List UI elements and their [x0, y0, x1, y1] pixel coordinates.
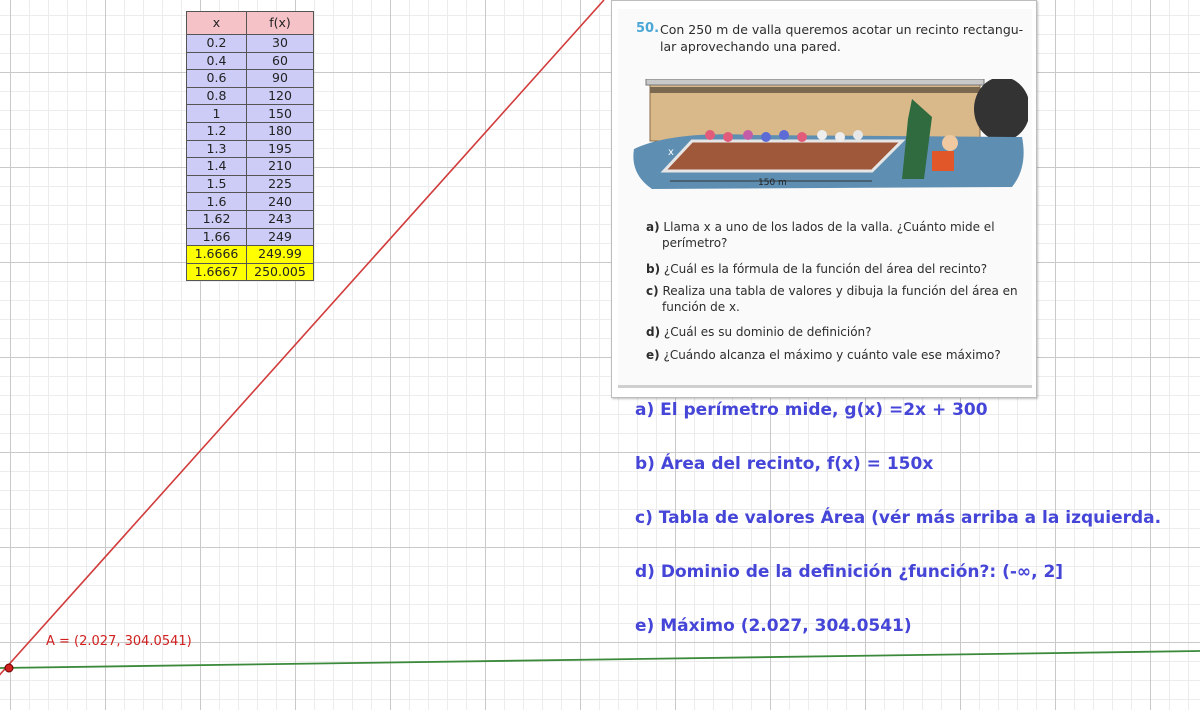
question-a-letter: a) — [646, 220, 660, 234]
table-row: 1.6 240 — [186, 192, 314, 211]
question-d: d) ¿Cuál es su dominio de definición? — [646, 324, 1026, 340]
cell-fx[interactable]: 180 — [246, 121, 314, 141]
cell-fx[interactable]: 250.005 — [246, 262, 314, 282]
cell-x[interactable]: 1.62 — [186, 209, 247, 229]
cell-fx[interactable]: 249.99 — [246, 245, 314, 264]
exercise-statement: Con 250 m de valla queremos acotar un re… — [660, 21, 1030, 55]
cell-x[interactable]: 1.66 — [186, 227, 247, 247]
value-table[interactable]: x f(x) 0.2 30 0.4 60 0.6 90 0.8 120 1 150 1.2 180 1.… — [186, 11, 314, 282]
question-c-letter: c) — [646, 284, 659, 298]
question-a: a) Llama x a uno de los lados de la vall… — [646, 219, 1026, 251]
cell-fx[interactable]: 30 — [246, 34, 314, 53]
column-header-x[interactable]: x — [186, 11, 247, 35]
question-d-line-1: ¿Cuál es su dominio de definición? — [663, 325, 872, 339]
cell-fx[interactable]: 150 — [246, 104, 314, 123]
answer-d-text[interactable]: d) Dominio de la definición ¿función?: (… — [635, 562, 1063, 582]
textbook-image[interactable]: 50. Con 250 m de valla queremos acotar u… — [611, 0, 1037, 398]
answer-c-text[interactable]: c) Tabla de valores Área (vér más arriba… — [635, 508, 1161, 528]
table-header-row: x f(x) — [186, 11, 314, 35]
cell-x[interactable]: 1.5 — [186, 174, 247, 194]
question-c-line-1: Realiza una tabla de valores y dibuja la… — [662, 284, 1018, 298]
exercise-number: 50. — [636, 21, 660, 36]
statement-line-2: lar aprovechando una pared. — [660, 39, 841, 54]
table-row: 1.4 210 — [186, 157, 314, 176]
cell-fx[interactable]: 249 — [246, 227, 314, 247]
question-b: b) ¿Cuál es la fórmula de la función del… — [646, 261, 1026, 277]
cell-fx[interactable]: 120 — [246, 86, 314, 106]
fence-illustration: 150 m x — [633, 79, 1028, 189]
table-row: 1.66 249 — [186, 227, 314, 247]
cell-fx[interactable]: 195 — [246, 139, 314, 159]
textbook-page: 50. Con 250 m de valla queremos acotar u… — [618, 9, 1032, 388]
table-row: 0.6 90 — [186, 69, 314, 88]
cell-fx[interactable]: 243 — [246, 209, 314, 229]
cell-fx[interactable]: 225 — [246, 174, 314, 194]
cell-x[interactable]: 0.2 — [186, 34, 247, 53]
cell-x[interactable]: 0.4 — [186, 51, 247, 71]
cell-x[interactable]: 0.6 — [186, 69, 247, 88]
table-row: 1.3 195 — [186, 139, 314, 159]
table-row: 0.8 120 — [186, 86, 314, 106]
question-b-letter: b) — [646, 262, 661, 276]
question-d-letter: d) — [646, 325, 661, 339]
cell-x[interactable]: 1.6 — [186, 192, 247, 211]
question-c-line-2: función de x. — [662, 300, 740, 314]
question-a-line-2: perímetro? — [662, 236, 728, 250]
cell-x[interactable]: 1.2 — [186, 121, 247, 141]
question-c: c) Realiza una tabla de valores y dibuja… — [646, 283, 1026, 315]
cell-fx[interactable]: 210 — [246, 157, 314, 176]
cell-x[interactable]: 1.3 — [186, 139, 247, 159]
cell-fx[interactable]: 240 — [246, 192, 314, 211]
table-row: 0.4 60 — [186, 51, 314, 71]
cell-x[interactable]: 0.8 — [186, 86, 247, 106]
answer-b-text[interactable]: b) Área del recinto, f(x) = 150x — [635, 454, 933, 474]
question-e: e) ¿Cuándo alcanza el máximo y cuánto va… — [646, 347, 1026, 363]
question-b-line-1: ¿Cuál es la fórmula de la función del ár… — [663, 262, 988, 276]
question-e-line-1: ¿Cuándo alcanza el máximo y cuánto vale … — [663, 348, 1001, 362]
answer-a-text[interactable]: a) El perímetro mide, g(x) =2x + 300 — [635, 400, 988, 420]
table-row: 0.2 30 — [186, 34, 314, 53]
table-row: 1.2 180 — [186, 121, 314, 141]
cell-x[interactable]: 1.4 — [186, 157, 247, 176]
table-row: 1 150 — [186, 104, 314, 123]
cell-x[interactable]: 1 — [186, 104, 247, 123]
question-a-line-1: Llama x a uno de los lados de la valla. … — [663, 220, 995, 234]
table-body: 0.2 30 0.4 60 0.6 90 0.8 120 1 150 1.2 180 1.3 195 1.4… — [186, 34, 314, 282]
dimension-150m-label: 150 m — [758, 178, 787, 188]
table-row: 1.62 243 — [186, 209, 314, 229]
dimension-x-label: x — [668, 147, 674, 158]
table-row: 1.6667 250.005 — [186, 262, 314, 282]
cell-fx[interactable]: 90 — [246, 69, 314, 88]
point-a-label[interactable]: A = (2.027, 304.0541) — [46, 634, 192, 649]
cell-x[interactable]: 1.6666 — [186, 245, 247, 264]
column-header-fx[interactable]: f(x) — [246, 11, 314, 35]
table-row: 1.6666 249.99 — [186, 245, 314, 264]
statement-line-1: Con 250 m de valla queremos acotar un re… — [660, 22, 1024, 37]
cell-x[interactable]: 1.6667 — [186, 262, 247, 282]
cell-fx[interactable]: 60 — [246, 51, 314, 71]
answer-e-text[interactable]: e) Máximo (2.027, 304.0541) — [635, 616, 912, 636]
question-e-letter: e) — [646, 348, 660, 362]
point-a[interactable] — [4, 663, 14, 673]
table-row: 1.5 225 — [186, 174, 314, 194]
function-g-line[interactable] — [0, 650, 1200, 669]
